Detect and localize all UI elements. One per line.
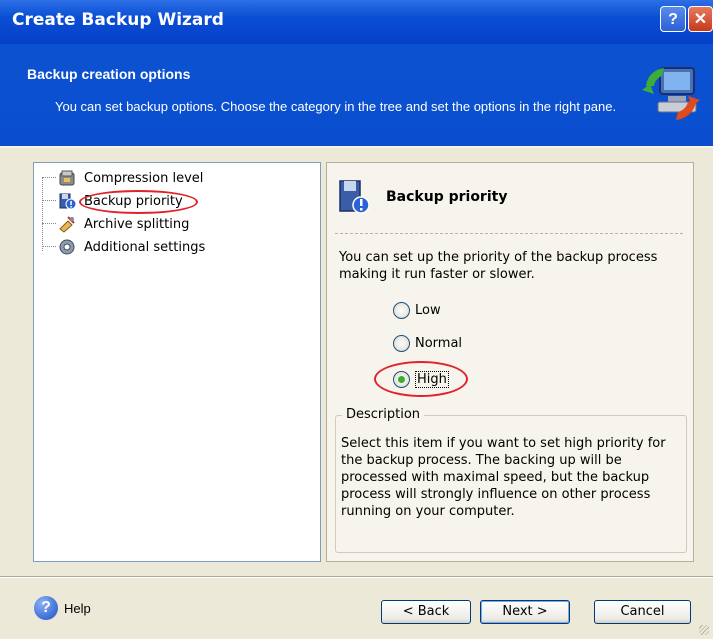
priority-icon [59, 193, 76, 210]
tree-item-label: Archive splitting [84, 216, 190, 232]
tree-item-label: Compression level [84, 170, 204, 186]
header-heading: Backup creation options [27, 66, 191, 82]
back-button[interactable]: < Back [381, 600, 471, 624]
help-button[interactable]: ? Help [34, 596, 91, 620]
title-bar: Create Backup Wizard ? ✕ [0, 0, 713, 44]
tree-item-archive-splitting[interactable]: Archive splitting [42, 213, 191, 235]
options-pane: Backup priority You can set up the prior… [326, 162, 694, 562]
pane-description: You can set up the priority of the backu… [339, 250, 658, 282]
splitting-icon [59, 216, 75, 233]
tree-item-compression-level[interactable]: Compression level [42, 167, 205, 189]
radio-normal[interactable]: Normal [393, 332, 462, 354]
description-group-title: Description [342, 407, 425, 422]
cancel-button[interactable]: Cancel [594, 600, 691, 624]
pane-divider [335, 233, 683, 235]
tree-connector [42, 246, 56, 248]
tree-connector [42, 223, 56, 225]
help-title-button[interactable]: ? [660, 6, 686, 32]
resize-grip[interactable] [699, 625, 709, 635]
radio-button[interactable] [393, 301, 410, 319]
pane-title: Backup priority [386, 189, 508, 205]
window-title: Create Backup Wizard [12, 10, 224, 30]
highlight-oval [79, 190, 198, 214]
radio-low[interactable]: Low [393, 299, 441, 321]
tree-item-label: Additional settings [84, 239, 206, 255]
options-tree[interactable]: Compression level Backup priority Archiv… [33, 162, 321, 562]
tree-connector [42, 200, 56, 202]
backup-priority-icon [339, 180, 369, 214]
radio-label: Normal [415, 335, 463, 351]
backup-computer-icon [642, 67, 700, 120]
tree-connector [42, 177, 56, 179]
close-button[interactable]: ✕ [688, 6, 713, 32]
compression-icon [59, 170, 75, 186]
highlight-oval [374, 361, 468, 397]
radio-label: Low [415, 302, 441, 318]
header-description: You can set backup options. Choose the c… [55, 99, 617, 114]
wizard-body: Compression level Backup priority Archiv… [0, 148, 713, 576]
next-button[interactable]: Next > [480, 600, 570, 624]
wizard-footer: ? Help < Back Next > Cancel [0, 578, 713, 639]
wizard-header: Backup creation options You can set back… [0, 44, 713, 148]
help-label: Help [64, 600, 91, 616]
radio-button[interactable] [393, 334, 410, 352]
tree-item-additional-settings[interactable]: Additional settings [42, 236, 207, 258]
help-icon: ? [34, 596, 58, 620]
description-group-text: Select this item if you want to set high… [341, 436, 666, 519]
settings-gear-icon [59, 239, 75, 255]
